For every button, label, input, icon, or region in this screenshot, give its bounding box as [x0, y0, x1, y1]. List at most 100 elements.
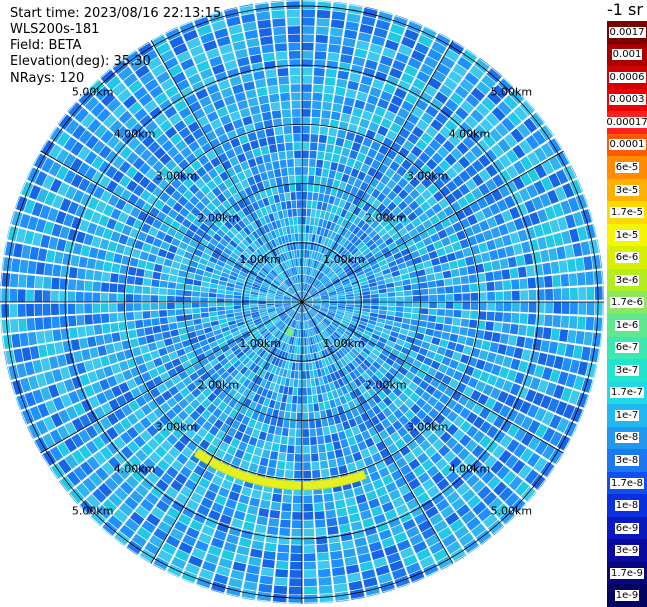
colorbar-label: 1.7e-7: [609, 387, 645, 399]
range-gate: [263, 441, 273, 451]
range-gate: [125, 303, 134, 312]
range-gate: [317, 435, 325, 445]
colorbar-cell: 0.0001: [607, 133, 647, 157]
range-gate: [379, 297, 388, 302]
range-gate: [483, 331, 493, 341]
range-gate: [445, 286, 454, 294]
range-gate: [371, 298, 379, 302]
range-gate: [111, 332, 121, 343]
range-gate: [410, 277, 419, 284]
range-gate: [311, 209, 316, 218]
range-gate: [1, 272, 11, 287]
range-gate: [26, 275, 35, 288]
range-gate: [341, 45, 354, 56]
range-gate: [248, 46, 261, 56]
range-gate: [429, 302, 437, 309]
range-gate: [52, 264, 62, 277]
range-gate: [286, 1, 300, 10]
range-gate: [67, 303, 76, 315]
range-gate: [302, 233, 306, 242]
range-gate: [354, 48, 368, 59]
range-gate: [470, 302, 479, 310]
range-gate: [129, 338, 139, 348]
range-gate: [277, 68, 289, 77]
range-gate: [34, 317, 44, 330]
range-gate: [347, 572, 362, 583]
range-gate: [298, 379, 302, 388]
range-gate: [485, 271, 494, 282]
feature-spot: [285, 328, 294, 337]
colorbar-cell: 0.00017: [605, 111, 647, 134]
range-gate: [174, 342, 184, 351]
ring-label: 4.00km: [114, 462, 156, 475]
range-gate: [337, 515, 349, 526]
colorbar-label: 6e-7: [614, 342, 640, 354]
range-gate: [258, 507, 270, 518]
range-gate: [291, 528, 302, 537]
range-gate: [150, 295, 159, 302]
range-gate: [291, 100, 301, 109]
range-gate: [356, 91, 368, 102]
range-gate: [347, 80, 359, 91]
range-gate: [281, 503, 292, 512]
range-gate: [92, 314, 102, 324]
range-gate: [209, 316, 218, 322]
range-gate: [238, 537, 252, 548]
range-gate: [274, 126, 284, 136]
range-gate: [310, 134, 319, 143]
range-gate: [257, 19, 272, 29]
range-gate: [241, 13, 256, 24]
range-gate: [290, 412, 297, 421]
range-gate: [62, 253, 72, 266]
range-gate: [284, 134, 293, 143]
range-gate: [347, 505, 359, 515]
range-gate: [370, 294, 379, 298]
range-gate: [168, 274, 178, 283]
range-gate: [167, 316, 177, 324]
range-gate: [88, 247, 99, 259]
range-gate: [594, 302, 603, 316]
range-gate: [335, 137, 345, 147]
range-gate: [462, 247, 472, 258]
range-gate: [295, 437, 302, 446]
range-gate: [531, 251, 542, 264]
range-gate: [245, 513, 257, 524]
range-gate: [302, 420, 309, 429]
range-gate: [134, 355, 145, 366]
range-gate: [137, 336, 147, 346]
range-gate: [304, 578, 317, 587]
range-gate: [436, 346, 447, 356]
range-gate: [351, 596, 367, 604]
range-gate: [442, 270, 452, 279]
range-gate: [460, 318, 470, 328]
range-gate: [274, 401, 281, 410]
range-gate: [160, 241, 171, 251]
colorbar-title: -1 sr: [607, 0, 643, 19]
range-gate: [318, 134, 328, 144]
range-gate: [193, 318, 202, 325]
range-gate: [59, 291, 68, 302]
range-gate: [331, 11, 346, 21]
range-gate: [101, 313, 110, 323]
range-gate: [241, 433, 251, 444]
range-gate: [51, 277, 60, 290]
range-gate: [311, 109, 321, 118]
range-gate: [296, 200, 302, 208]
range-gate: [45, 250, 56, 263]
range-gate: [294, 470, 302, 479]
range-gate: [160, 354, 171, 364]
range-gate: [269, 178, 277, 187]
range-gate: [303, 437, 310, 446]
range-gate: [183, 308, 192, 315]
range-gate: [318, 444, 326, 453]
range-gate: [265, 433, 274, 443]
range-gate: [560, 274, 570, 287]
range-gate: [341, 147, 351, 157]
range-gate: [305, 233, 309, 242]
range-gate: [467, 265, 476, 275]
range-gate: [261, 44, 274, 54]
range-gate: [289, 183, 296, 192]
range-gate: [305, 225, 310, 233]
range-gate: [131, 248, 142, 259]
range-gate: [362, 294, 371, 299]
